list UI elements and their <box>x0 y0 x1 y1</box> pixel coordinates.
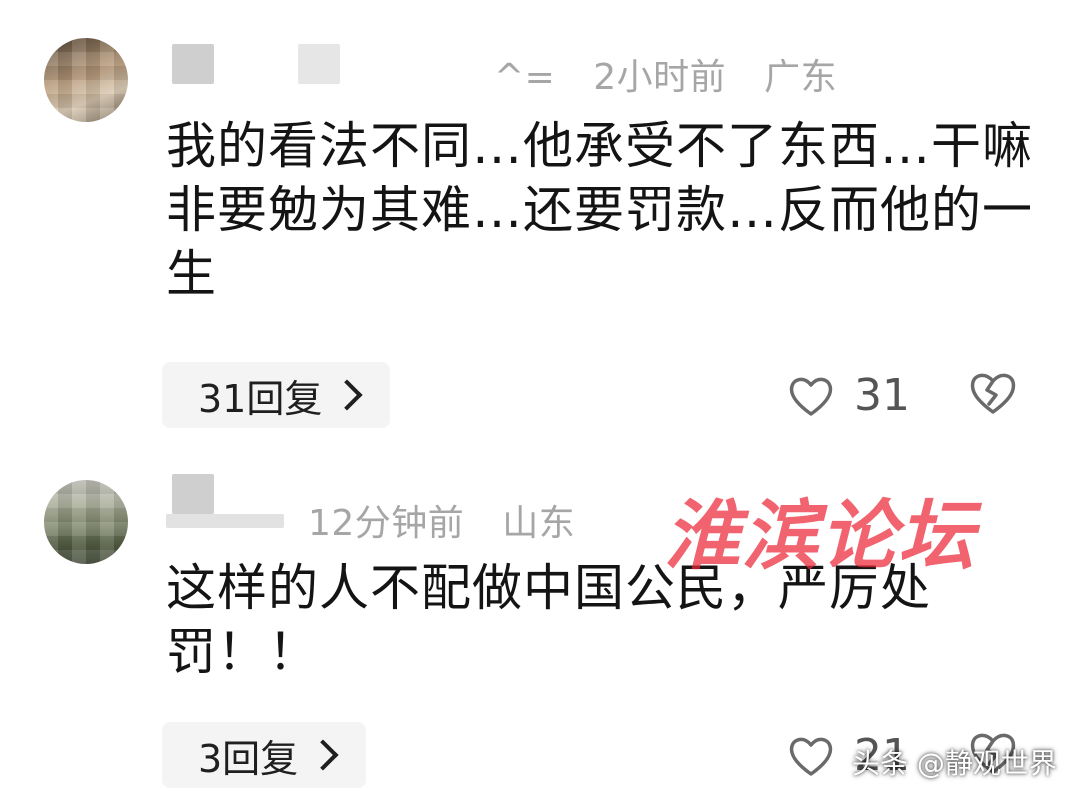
comment-meta: 12分钟前 山东 <box>308 494 601 546</box>
reply-label: 31回复 <box>198 376 323 421</box>
avatar[interactable] <box>44 38 128 122</box>
watermark: 淮滨论坛 <box>664 491 976 580</box>
broken-heart-icon[interactable] <box>968 370 1018 416</box>
meta-tail: ^= <box>494 57 556 98</box>
comment-text: 我的看法不同…他承受不了东西…干嘛非要勉为其难…还要罚款…反而他的一生 <box>166 117 1033 303</box>
reply-button[interactable]: 31回复 <box>162 362 391 428</box>
avatar-mosaic <box>44 480 128 564</box>
username-redacted <box>298 44 340 84</box>
chevron-right-icon <box>307 739 339 771</box>
comment-item: ^= 2小时前 广东 我的看法不同…他承受不了东西…干嘛非要勉为其难…还要罚款…… <box>0 0 1080 440</box>
chevron-right-icon <box>331 379 363 411</box>
comment-meta: ^= 2小时前 广东 <box>494 48 863 100</box>
heart-outline-icon <box>789 737 833 776</box>
username-redacted <box>166 514 284 528</box>
avatar-mosaic <box>44 38 128 122</box>
like-button[interactable]: 31 <box>788 370 910 421</box>
heart-outline-icon <box>789 377 833 416</box>
username-redacted[interactable] <box>172 44 214 84</box>
comment-location: 山东 <box>502 503 576 544</box>
username-redacted[interactable] <box>172 474 214 514</box>
comment-time: 2小时前 <box>593 57 727 98</box>
reply-button[interactable]: 3回复 <box>162 722 367 788</box>
source-credit: 头条 @静观世界 <box>852 747 1057 780</box>
comment-location: 广东 <box>764 57 838 98</box>
avatar[interactable] <box>44 480 128 564</box>
like-count: 31 <box>854 370 910 421</box>
reply-label: 3回复 <box>198 736 299 781</box>
comment-time: 12分钟前 <box>308 503 465 544</box>
